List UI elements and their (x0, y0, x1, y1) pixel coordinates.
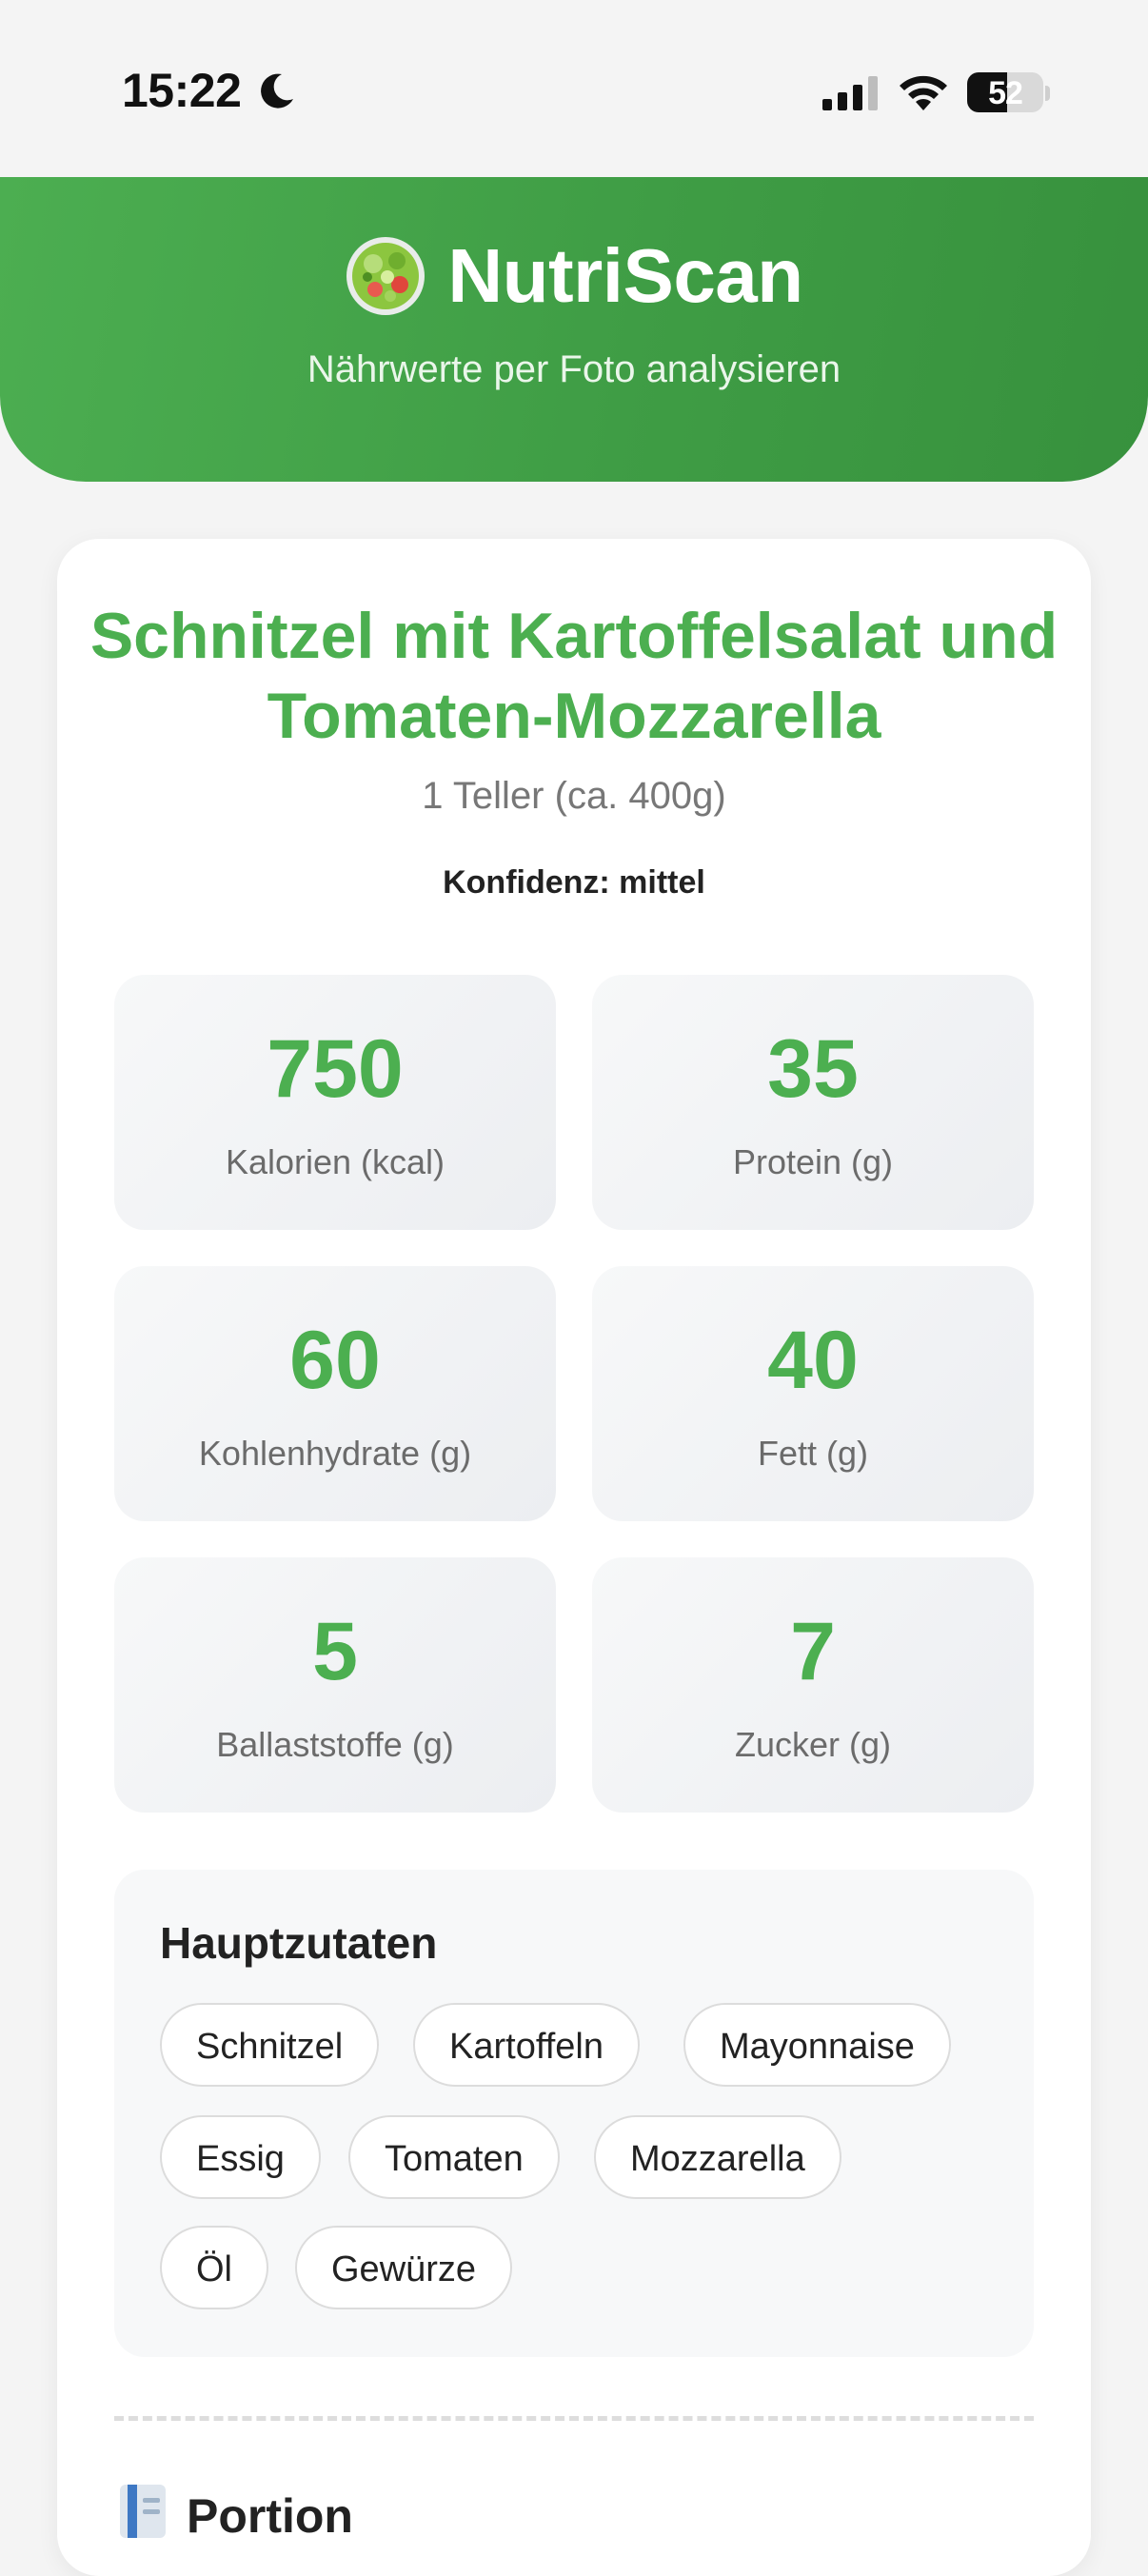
nutrient-label: Ballaststoffe (g) (216, 1725, 454, 1764)
app-title: NutriScan (447, 233, 803, 318)
nutrient-tile-fiber: 5 Ballaststoffe (g) (114, 1557, 556, 1813)
dish-name: Schnitzel mit Kartoffelsalat und Tomaten… (89, 600, 1059, 752)
nutrient-value: 35 (767, 1023, 859, 1115)
status-time: 15:22 (122, 64, 242, 117)
battery-icon: 52 (967, 72, 1043, 112)
ingredients-panel: Hauptzutaten Schnitzel Kartoffeln Mayonn… (114, 1870, 1034, 2357)
nutrient-tile-fat: 40 Fett (g) (592, 1266, 1034, 1521)
portion-section-title: Portion (187, 2489, 353, 2543)
status-bar: 15:22 52 (0, 0, 1148, 177)
nutrient-tile-protein: 35 Protein (g) (592, 975, 1034, 1230)
section-divider (114, 2416, 1034, 2421)
salad-bowl-icon (346, 237, 426, 315)
portion-size: 1 Teller (ca. 400g) (422, 775, 726, 817)
ingredient-chip: Gewürze (295, 2226, 513, 2309)
nutrient-label: Zucker (g) (734, 1725, 892, 1764)
nutrient-label: Kalorien (kcal) (225, 1142, 445, 1181)
app-subtitle: Nährwerte per Foto analysieren (307, 348, 841, 390)
ingredient-chip: Mozzarella (594, 2115, 841, 2199)
ingredients-heading: Hauptzutaten (160, 1918, 438, 1968)
nutrient-label: Fett (g) (757, 1434, 868, 1473)
cellular-signal-icon (822, 76, 878, 110)
app-header: NutriScan Nährwerte per Foto analysieren (0, 177, 1148, 482)
nutrient-tile-calories: 750 Kalorien (kcal) (114, 975, 556, 1230)
ingredient-chip: Öl (160, 2226, 268, 2309)
confidence-label: Konfidenz: mittel (443, 864, 705, 901)
ingredient-chip: Kartoffeln (413, 2003, 640, 2087)
nutrient-value: 750 (267, 1023, 404, 1115)
nutrient-label: Protein (g) (732, 1142, 894, 1181)
ingredient-chip: Tomaten (348, 2115, 560, 2199)
battery-level: 52 (988, 75, 1023, 111)
portion-section-header: Portion (118, 2481, 353, 2543)
nutrient-value: 7 (790, 1606, 836, 1697)
result-card: Schnitzel mit Kartoffelsalat und Tomaten… (57, 539, 1091, 2576)
brand-row: NutriScan (0, 232, 1148, 320)
ingredient-chip: Mayonnaise (683, 2003, 951, 2087)
nutrient-value: 60 (289, 1315, 381, 1406)
ingredient-chip: Schnitzel (160, 2003, 380, 2087)
battery-cap (1045, 86, 1050, 101)
ingredient-chip: Essig (160, 2115, 321, 2199)
document-icon (120, 2485, 166, 2538)
moon-icon (261, 73, 293, 109)
nutrient-tile-carbs: 60 Kohlenhydrate (g) (114, 1266, 556, 1521)
nutrient-label: Kohlenhydrate (g) (198, 1434, 472, 1473)
nutrient-value: 40 (767, 1315, 859, 1406)
nutrient-value: 5 (312, 1606, 358, 1697)
wifi-icon (900, 75, 947, 110)
nutrient-tile-sugar: 7 Zucker (g) (592, 1557, 1034, 1813)
